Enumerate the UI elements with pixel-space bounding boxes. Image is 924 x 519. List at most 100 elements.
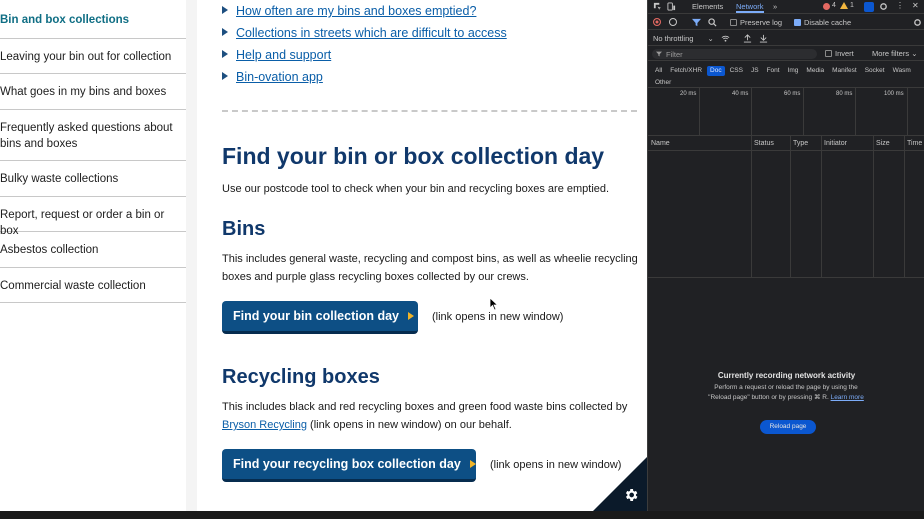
column-header-type[interactable]: Type bbox=[793, 140, 808, 147]
filter-chip-all[interactable]: All bbox=[652, 66, 665, 76]
column-divider[interactable] bbox=[904, 136, 905, 277]
settings-gear-icon[interactable] bbox=[879, 2, 888, 11]
more-filters-label: More filters bbox=[872, 49, 910, 58]
checkbox-box bbox=[825, 50, 832, 57]
gear-icon[interactable] bbox=[623, 487, 639, 503]
intro-text: Use our postcode tool to check when your… bbox=[222, 183, 610, 195]
error-count[interactable]: 4 bbox=[832, 2, 836, 9]
filter-chip-doc[interactable]: Doc bbox=[707, 66, 725, 76]
column-divider[interactable] bbox=[751, 136, 752, 277]
filter-chip-img[interactable]: Img bbox=[785, 66, 802, 76]
sidebar-item-commercial-waste[interactable]: Commercial waste collection bbox=[0, 268, 186, 303]
sidebar-item-asbestos[interactable]: Asbestos collection bbox=[0, 232, 186, 268]
bins-heading: Bins bbox=[222, 218, 266, 240]
filter-placeholder: Filter bbox=[666, 50, 683, 59]
preserve-log-checkbox[interactable]: Preserve log bbox=[730, 18, 782, 27]
triangle-bullet-icon bbox=[222, 6, 228, 14]
column-divider[interactable] bbox=[873, 136, 874, 277]
sidebar-item-bin-and-box-collections[interactable]: Bin and box collections bbox=[0, 0, 186, 39]
button-label: Find your recycling box collection day bbox=[233, 457, 461, 471]
divider bbox=[648, 87, 924, 88]
recycling-boxes-heading: Recycling boxes bbox=[222, 366, 380, 388]
invert-checkbox[interactable]: Invert bbox=[825, 49, 854, 58]
filter-chip-fetch-xhr[interactable]: Fetch/XHR bbox=[667, 66, 705, 76]
faq-link-how-often[interactable]: How often are my bins and boxes emptied? bbox=[222, 4, 476, 18]
more-tabs-button[interactable]: » bbox=[773, 0, 777, 13]
filter-input[interactable]: Filter bbox=[652, 49, 817, 59]
filter-chip-socket[interactable]: Socket bbox=[862, 66, 888, 76]
timeline-gridline bbox=[699, 88, 700, 135]
filter-chip-wasm[interactable]: Wasm bbox=[890, 66, 914, 76]
bins-text: This includes general waste, recycling a… bbox=[222, 253, 638, 283]
faq-link-difficult-streets[interactable]: Collections in streets which are difficu… bbox=[222, 26, 507, 40]
wifi-icon[interactable] bbox=[721, 34, 730, 43]
ai-assistant-icon[interactable] bbox=[864, 2, 874, 12]
chevron-down-icon: ⌄ bbox=[707, 34, 714, 43]
column-header-size[interactable]: Size bbox=[876, 140, 890, 147]
faq-link-label: Bin-ovation app bbox=[236, 70, 323, 84]
record-icon[interactable] bbox=[653, 18, 661, 26]
website-pane: Bin and box collections Leaving your bin… bbox=[0, 0, 647, 511]
tab-elements[interactable]: Elements bbox=[692, 0, 723, 13]
disable-cache-checkbox[interactable]: Disable cache bbox=[794, 18, 851, 27]
faq-link-bin-ovation-app[interactable]: Bin-ovation app bbox=[222, 70, 323, 84]
filter-chip-font[interactable]: Font bbox=[764, 66, 783, 76]
checkbox-label: Disable cache bbox=[804, 18, 852, 27]
clear-icon[interactable] bbox=[669, 18, 677, 26]
warning-count[interactable]: 1 bbox=[850, 2, 854, 9]
faq-link-label: Help and support bbox=[236, 48, 332, 62]
filter-chip-css[interactable]: CSS bbox=[727, 66, 746, 76]
column-header-initiator[interactable]: Initiator bbox=[824, 140, 847, 147]
sidebar-item-leaving-your-bin-out[interactable]: Leaving your bin out for collection bbox=[0, 39, 186, 74]
recording-status-body: Perform a request or reload the page by … bbox=[706, 383, 866, 403]
kebab-menu-icon[interactable]: ⋮ bbox=[896, 1, 904, 10]
network-settings-icon[interactable] bbox=[913, 18, 922, 27]
timeline-gridline bbox=[803, 88, 804, 135]
filter-icon bbox=[656, 51, 662, 57]
sidebar-item-bulky-waste[interactable]: Bulky waste collections bbox=[0, 161, 186, 197]
column-header-time[interactable]: Time bbox=[907, 140, 922, 147]
column-header-status[interactable]: Status bbox=[754, 140, 774, 147]
learn-more-link[interactable]: Learn more bbox=[831, 394, 864, 401]
filter-icon[interactable] bbox=[692, 18, 701, 27]
device-toolbar-icon[interactable] bbox=[667, 2, 676, 11]
throttling-select[interactable]: No throttling ⌄ bbox=[653, 34, 714, 43]
bryson-recycling-link[interactable]: Bryson Recycling bbox=[222, 419, 307, 431]
sidebar-item-what-goes-in-bins[interactable]: What goes in my bins and boxes bbox=[0, 74, 186, 110]
recycling-text: This includes black and red recycling bo… bbox=[222, 398, 640, 434]
throttling-toolbar: No throttling ⌄ bbox=[648, 31, 924, 46]
faq-link-help-support[interactable]: Help and support bbox=[222, 48, 331, 62]
checkbox-box bbox=[730, 19, 737, 26]
timeline-gridline bbox=[751, 88, 752, 135]
download-icon[interactable] bbox=[759, 34, 768, 43]
sidebar-gutter bbox=[186, 0, 197, 511]
filter-chip-manifest[interactable]: Manifest bbox=[829, 66, 860, 76]
filter-chip-js[interactable]: JS bbox=[748, 66, 762, 76]
column-divider[interactable] bbox=[790, 136, 791, 277]
find-recycling-box-collection-day-button[interactable]: Find your recycling box collection day bbox=[222, 449, 476, 482]
recycling-text-end: (link opens in new window) on our behalf… bbox=[310, 419, 512, 431]
recycling-text-start: This includes black and red recycling bo… bbox=[222, 401, 628, 413]
filter-chip-media[interactable]: Media bbox=[803, 66, 827, 76]
sidebar-item-report-request-order[interactable]: Report, request or order a bin or box bbox=[0, 197, 186, 237]
mouse-cursor-icon bbox=[489, 297, 499, 311]
checkbox-box bbox=[794, 19, 801, 26]
upload-icon[interactable] bbox=[743, 34, 752, 43]
resource-type-filters: All Fetch/XHR Doc CSS JS Font Img Media Manifest… bbox=[652, 64, 922, 88]
sidebar-item-faq[interactable]: Frequently asked questions about bins an… bbox=[0, 110, 186, 161]
window-bottom-edge bbox=[0, 511, 924, 519]
tab-network[interactable]: Network bbox=[736, 0, 764, 13]
reload-page-button[interactable]: Reload page bbox=[760, 420, 816, 434]
error-icon bbox=[823, 3, 830, 10]
checkbox-label: Invert bbox=[835, 49, 854, 58]
network-toolbar: Preserve log Disable cache bbox=[648, 15, 924, 30]
column-divider[interactable] bbox=[821, 136, 822, 277]
throttling-value: No throttling bbox=[653, 34, 694, 43]
more-filters-dropdown[interactable]: More filters ⌄ bbox=[872, 49, 917, 58]
inspect-element-icon[interactable] bbox=[653, 2, 662, 11]
find-bin-collection-day-button[interactable]: Find your bin collection day bbox=[222, 301, 418, 334]
close-icon[interactable]: ✕ bbox=[912, 1, 919, 10]
column-header-name[interactable]: Name bbox=[651, 140, 670, 147]
button-label: Find your bin collection day bbox=[233, 309, 399, 323]
search-icon[interactable] bbox=[708, 18, 717, 27]
